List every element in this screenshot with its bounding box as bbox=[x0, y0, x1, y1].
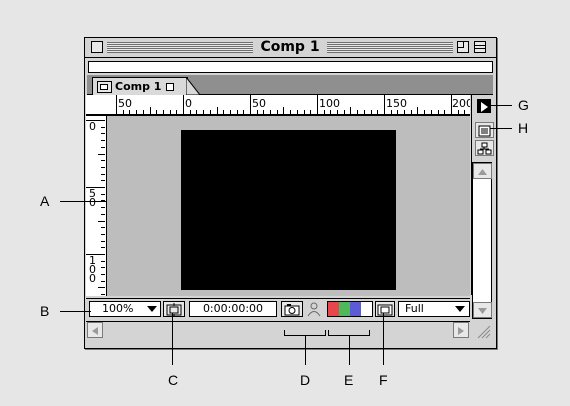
callout-e: E bbox=[344, 372, 354, 388]
resolution-dropdown[interactable]: Full bbox=[398, 301, 470, 317]
region-of-interest-button[interactable] bbox=[375, 301, 395, 317]
callout-bracket-d-right bbox=[325, 330, 326, 336]
callout-line-e bbox=[349, 335, 350, 365]
ruler-label: 200 bbox=[452, 97, 470, 110]
ruler-label: 150 bbox=[386, 97, 407, 110]
viewer-controls-bar: 100% 0:00:00:00 Full bbox=[86, 298, 470, 319]
resize-grip[interactable] bbox=[474, 322, 491, 339]
show-last-snapshot-button[interactable] bbox=[305, 301, 323, 317]
triangle-right-icon bbox=[481, 102, 488, 112]
horizontal-scrollbar[interactable] bbox=[86, 321, 470, 338]
scroll-up-button[interactable] bbox=[473, 163, 492, 179]
title-action-safe-button[interactable] bbox=[163, 301, 185, 317]
scroll-left-button[interactable] bbox=[87, 322, 103, 338]
callout-f: F bbox=[379, 372, 388, 388]
resolution-value: Full bbox=[405, 302, 424, 315]
callout-line-c bbox=[172, 313, 173, 365]
horizontal-ruler-ticks bbox=[86, 95, 470, 115]
triangle-up-icon bbox=[478, 169, 487, 175]
collapse-box-icon-line bbox=[475, 48, 485, 49]
timecode-value: 0:00:00:00 bbox=[202, 302, 264, 315]
zoom-value: 100% bbox=[102, 302, 134, 315]
triangle-down-icon bbox=[478, 308, 487, 314]
callout-c: C bbox=[168, 372, 179, 388]
close-box-button[interactable] bbox=[91, 41, 103, 53]
flowchart-menu-button[interactable] bbox=[477, 99, 491, 113]
callout-line-g bbox=[490, 105, 512, 106]
channel-buttons[interactable] bbox=[327, 301, 373, 317]
scroll-right-button[interactable] bbox=[453, 322, 469, 338]
tab-strip: Comp 1 bbox=[87, 75, 493, 96]
resize-grip-icon bbox=[477, 325, 491, 339]
alpha-channel-button[interactable] bbox=[361, 302, 372, 316]
callout-line-f bbox=[383, 313, 384, 365]
ruler-label: 0 bbox=[89, 120, 96, 133]
callout-d: D bbox=[300, 372, 311, 388]
collapse-box-icon bbox=[475, 45, 485, 46]
snapshot-button[interactable] bbox=[281, 301, 303, 317]
ruler-label: 100 bbox=[319, 97, 340, 110]
current-time-field[interactable]: 0:00:00:00 bbox=[189, 301, 277, 317]
callout-line-d bbox=[305, 335, 306, 365]
zoom-dropdown[interactable]: 100% bbox=[89, 301, 161, 317]
callout-a: A bbox=[40, 193, 50, 209]
title-bar-stripes-right bbox=[327, 42, 453, 53]
composition-frame[interactable] bbox=[181, 130, 396, 290]
composition-icon bbox=[97, 81, 112, 93]
composition-window: Comp 1 Comp 1 50 0 50 100 150 20 0 5 0 1… bbox=[84, 37, 497, 349]
callout-line-b bbox=[60, 311, 91, 312]
window-title: Comp 1 bbox=[253, 39, 327, 56]
callout-bracket-e-left bbox=[328, 330, 329, 336]
vertical-scrollbar[interactable] bbox=[472, 162, 492, 319]
triangle-right-icon bbox=[458, 327, 464, 335]
flowchart-button[interactable] bbox=[475, 140, 494, 156]
ruler-label: 5 0 bbox=[89, 187, 96, 209]
info-bar bbox=[88, 61, 493, 73]
callout-b: B bbox=[40, 303, 50, 319]
flowchart-icon bbox=[477, 142, 492, 155]
ruler-label: 1 0 0 bbox=[89, 254, 96, 285]
tab-edge-shape bbox=[186, 77, 200, 95]
ruler-label: 50 bbox=[252, 97, 266, 110]
title-bar-stripes-left bbox=[107, 42, 253, 53]
timeline-icon bbox=[478, 125, 491, 137]
zoom-box-icon bbox=[458, 42, 464, 48]
blue-channel-button[interactable] bbox=[350, 302, 361, 316]
callout-g: G bbox=[518, 97, 529, 113]
tab-label: Comp 1 bbox=[115, 80, 162, 93]
triangle-left-icon bbox=[92, 327, 98, 335]
green-channel-button[interactable] bbox=[339, 302, 350, 316]
tab-comp-1[interactable]: Comp 1 bbox=[92, 77, 188, 96]
person-icon bbox=[307, 302, 321, 317]
tab-menu-icon[interactable] bbox=[166, 83, 174, 91]
chevron-down-icon bbox=[455, 306, 465, 312]
timeline-button[interactable] bbox=[475, 122, 494, 138]
horizontal-ruler: 50 0 50 100 150 200 bbox=[86, 95, 470, 116]
zoom-box-button[interactable] bbox=[457, 41, 469, 53]
callout-bracket-d-left bbox=[284, 330, 285, 336]
camera-icon bbox=[284, 304, 300, 316]
callout-bracket-e-right bbox=[369, 330, 370, 336]
ruler-label: 0 bbox=[185, 97, 192, 110]
ruler-label: 50 bbox=[118, 97, 132, 110]
safe-zones-icon bbox=[166, 303, 182, 317]
title-bar[interactable]: Comp 1 bbox=[85, 38, 496, 58]
callout-h: H bbox=[518, 120, 529, 136]
callout-line-h bbox=[490, 128, 512, 129]
callout-line-a bbox=[60, 201, 106, 202]
red-channel-button[interactable] bbox=[328, 302, 339, 316]
composition-viewer[interactable] bbox=[107, 116, 470, 296]
vertical-ruler: 0 5 0 1 0 0 bbox=[86, 116, 107, 296]
scroll-down-button[interactable] bbox=[473, 302, 492, 318]
region-of-interest-icon bbox=[377, 304, 393, 316]
collapse-box-button[interactable] bbox=[474, 41, 486, 53]
chevron-down-icon bbox=[147, 306, 157, 312]
